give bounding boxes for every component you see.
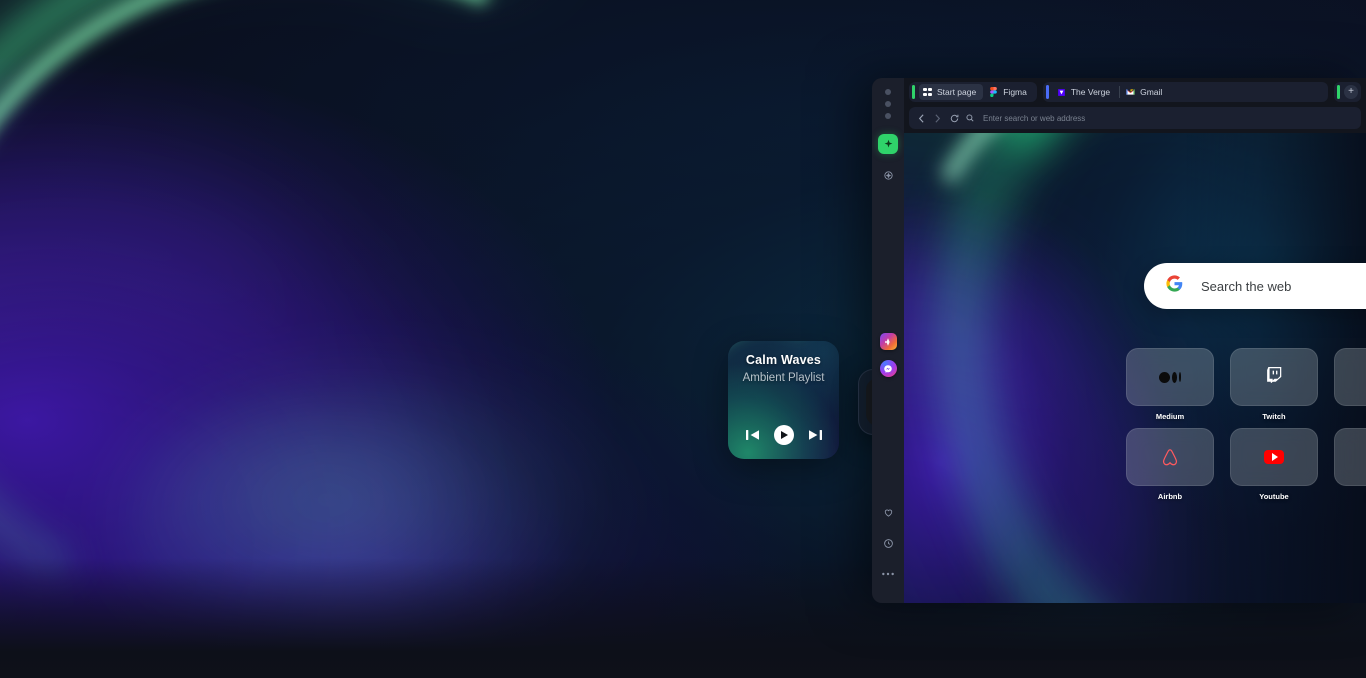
sparkle-icon — [883, 139, 894, 150]
address-input[interactable]: Enter search or web address — [983, 114, 1085, 123]
tab-group-2: The Verge Gmail — [1043, 82, 1328, 102]
browser-main-column: Start page Figma — [904, 78, 1366, 603]
web-search-box[interactable]: Search the web — [1144, 263, 1366, 309]
new-tab-button[interactable]: + — [1344, 85, 1358, 99]
tab-strip: Start page Figma — [904, 78, 1366, 106]
address-bar[interactable]: Enter search or web address — [909, 107, 1361, 129]
play-icon — [781, 431, 788, 439]
medium-icon — [1159, 372, 1181, 383]
heart-icon — [883, 507, 894, 518]
youtube-icon — [1264, 450, 1284, 464]
speed-dial-card — [1230, 348, 1318, 406]
back-button[interactable] — [918, 114, 925, 123]
tab-separator — [1119, 86, 1120, 98]
tab-gmail[interactable]: Gmail — [1122, 84, 1169, 100]
search-icon — [966, 114, 974, 122]
tab-group-2-accent — [1046, 85, 1049, 99]
tab-start-page-label: Start page — [937, 87, 976, 97]
speed-dial-card — [1126, 348, 1214, 406]
verge-icon — [1057, 88, 1066, 97]
tab-gmail-label: Gmail — [1140, 87, 1162, 97]
ai-assistant-button[interactable] — [878, 134, 898, 154]
start-page: Search the web Medium — [904, 133, 1366, 603]
speed-dial-card: N — [1334, 428, 1366, 486]
sidebar-item-more[interactable] — [878, 564, 898, 584]
sidebar-item-history[interactable] — [878, 533, 898, 553]
music-controls — [728, 425, 839, 445]
browser-sidebar — [872, 78, 904, 603]
web-search-input[interactable]: Search the web — [1201, 279, 1291, 294]
figma-icon — [989, 88, 998, 97]
sidebar-app-messenger[interactable] — [880, 360, 897, 377]
ellipsis-icon — [882, 572, 894, 576]
browser-window: Start page Figma — [872, 78, 1366, 603]
speed-dial-card — [1334, 348, 1366, 406]
tab-group-1-accent — [912, 85, 915, 99]
speed-dial-card — [1230, 428, 1318, 486]
grid-icon — [923, 88, 932, 97]
tab-figma[interactable]: Figma — [985, 84, 1034, 100]
speed-dial-label: Airbnb — [1158, 492, 1182, 501]
tab-group-1: Start page Figma — [909, 82, 1037, 102]
speed-dial-youtube[interactable]: Youtube — [1230, 428, 1318, 507]
gmail-icon — [1126, 88, 1135, 97]
twitch-icon — [1267, 367, 1282, 388]
tab-the-verge-label: The Verge — [1071, 87, 1110, 97]
sidebar-item-favorites[interactable] — [878, 502, 898, 522]
reload-button[interactable] — [950, 114, 959, 123]
speed-dial-grid: Medium Twitch — [1126, 348, 1366, 507]
messenger-icon — [883, 364, 893, 374]
speed-dial-card — [1126, 428, 1214, 486]
previous-track-button[interactable] — [746, 429, 760, 441]
new-tab-accent — [1337, 85, 1340, 99]
speed-dial-twitch[interactable]: Twitch — [1230, 348, 1318, 427]
track-title: Calm Waves — [746, 353, 821, 367]
sidebar-app-gradient[interactable] — [880, 333, 897, 350]
airbnb-icon — [1160, 448, 1180, 467]
tab-figma-label: Figma — [1003, 87, 1027, 97]
speed-dial-reddit[interactable]: Reddit — [1334, 348, 1366, 427]
playlist-name: Ambient Playlist — [743, 372, 825, 384]
forward-button[interactable] — [934, 114, 941, 123]
tab-start-page[interactable]: Start page — [919, 84, 983, 100]
window-maximize-dot[interactable] — [885, 113, 891, 119]
compass-icon — [883, 170, 894, 181]
window-minimize-dot[interactable] — [885, 101, 891, 107]
speed-dial-airbnb[interactable]: Airbnb — [1126, 428, 1214, 507]
speed-dial-medium[interactable]: Medium — [1126, 348, 1214, 427]
speed-dial-label: Youtube — [1259, 492, 1288, 501]
sidebar-item-nav[interactable] — [878, 165, 898, 185]
clock-icon — [883, 538, 894, 549]
next-track-button[interactable] — [808, 429, 822, 441]
play-button[interactable] — [774, 425, 794, 445]
kaleidoscope-icon — [883, 337, 893, 347]
music-player-widget[interactable]: Calm Waves Ambient Playlist — [728, 341, 839, 459]
new-tab-group: + — [1334, 82, 1361, 102]
google-g-icon — [1166, 275, 1183, 297]
speed-dial-netflix[interactable]: N Netflix — [1334, 428, 1366, 507]
speed-dial-label: Medium — [1156, 412, 1184, 421]
tab-the-verge[interactable]: The Verge — [1053, 84, 1117, 100]
window-close-dot[interactable] — [885, 89, 891, 95]
speed-dial-label: Twitch — [1262, 412, 1285, 421]
